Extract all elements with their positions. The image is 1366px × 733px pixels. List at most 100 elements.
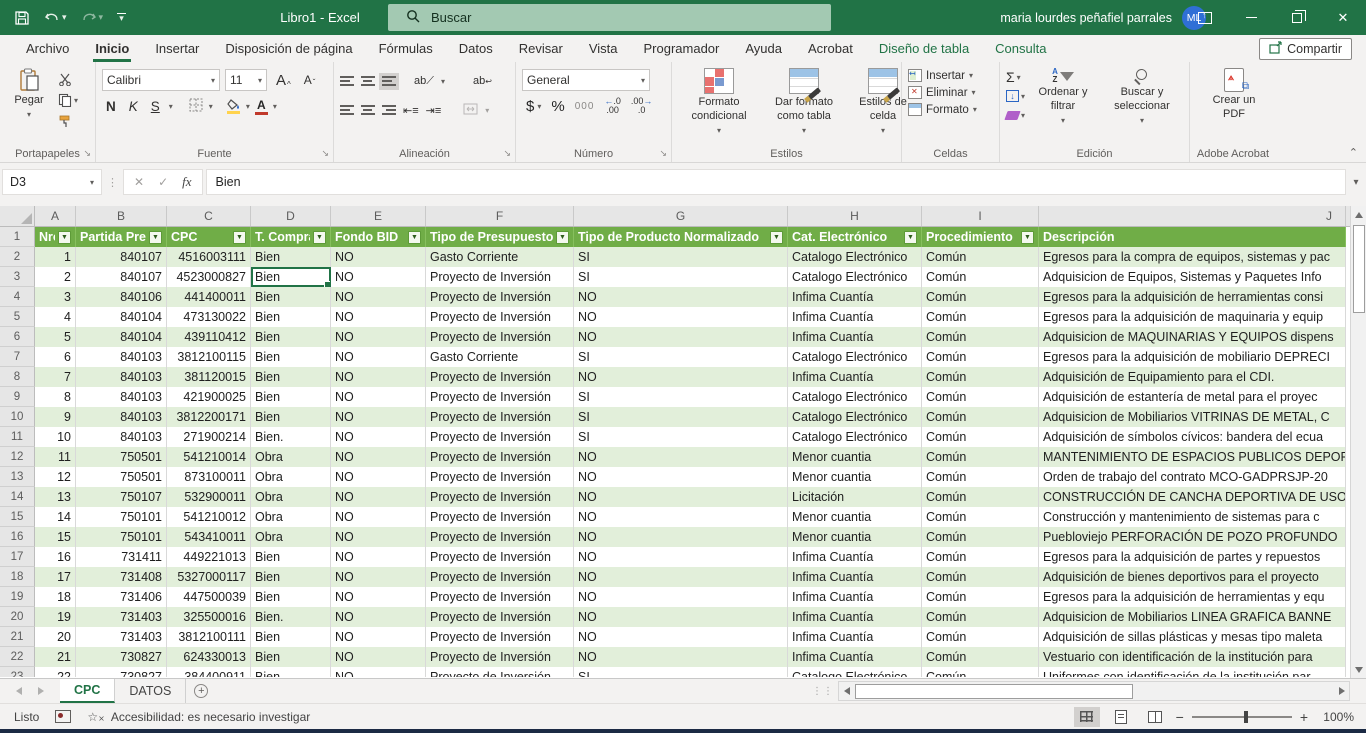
cell-G14[interactable]: NO xyxy=(574,487,788,507)
wrap-text-icon[interactable]: ab↩ xyxy=(473,75,492,87)
cell-F16[interactable]: Proyecto de Inversión xyxy=(426,527,574,547)
cell-A23[interactable]: 22 xyxy=(35,667,76,677)
cell-B8[interactable]: 840103 xyxy=(76,367,167,387)
cell-A11[interactable]: 10 xyxy=(35,427,76,447)
cell-D10[interactable]: Bien xyxy=(251,407,331,427)
cell-A20[interactable]: 19 xyxy=(35,607,76,627)
cell-F14[interactable]: Proyecto de Inversión xyxy=(426,487,574,507)
cell-C22[interactable]: 624330013 xyxy=(167,647,251,667)
cell-J12[interactable]: MANTENIMIENTO DE ESPACIOS PUBLICOS DEPOR… xyxy=(1039,447,1346,467)
fill-color-icon[interactable] xyxy=(227,99,241,114)
cell-J2[interactable]: Egresos para la compra de equipos, siste… xyxy=(1039,247,1346,267)
cell-I7[interactable]: Común xyxy=(922,347,1039,367)
formula-input[interactable]: Bien xyxy=(206,169,1346,195)
tab-insertar[interactable]: Insertar xyxy=(142,35,212,62)
cell-D2[interactable]: Bien xyxy=(251,247,331,267)
cell-H2[interactable]: Catalogo Electrónico xyxy=(788,247,922,267)
cell-H21[interactable]: Infima Cuantía xyxy=(788,627,922,647)
filter-dropdown-icon[interactable]: ▼ xyxy=(770,231,783,244)
column-header-A[interactable]: A xyxy=(35,206,76,226)
sheet-nav-left-icon[interactable] xyxy=(16,687,22,695)
cell-B2[interactable]: 840107 xyxy=(76,247,167,267)
ribbon-display-options-icon[interactable] xyxy=(1182,0,1228,35)
cell-E4[interactable]: NO xyxy=(331,287,426,307)
header-cell[interactable]: T. Compra▼ xyxy=(251,227,331,247)
cell-F6[interactable]: Proyecto de Inversión xyxy=(426,327,574,347)
format-as-table-button[interactable]: Dar formato como tabla▾ xyxy=(760,66,848,144)
row-header-2[interactable]: 2 xyxy=(0,247,35,267)
tab-archivo[interactable]: Archivo xyxy=(13,35,82,62)
cell-H11[interactable]: Catalogo Electrónico xyxy=(788,427,922,447)
horizontal-scroll-thumb[interactable] xyxy=(855,684,1133,699)
column-header-I[interactable]: I xyxy=(922,206,1039,226)
formula-bar-splitter[interactable]: ⋮ xyxy=(102,176,123,189)
cell-E23[interactable]: NO xyxy=(331,667,426,677)
row-header-22[interactable]: 22 xyxy=(0,647,35,667)
zoom-slider[interactable] xyxy=(1192,716,1292,718)
cell-A10[interactable]: 9 xyxy=(35,407,76,427)
cell-H18[interactable]: Infima Cuantía xyxy=(788,567,922,587)
align-left-icon[interactable] xyxy=(340,105,354,116)
cell-E9[interactable]: NO xyxy=(331,387,426,407)
cell-G19[interactable]: NO xyxy=(574,587,788,607)
cell-H9[interactable]: Catalogo Electrónico xyxy=(788,387,922,407)
cell-G13[interactable]: NO xyxy=(574,467,788,487)
cell-I13[interactable]: Común xyxy=(922,467,1039,487)
cell-D6[interactable]: Bien xyxy=(251,327,331,347)
cell-H20[interactable]: Infima Cuantía xyxy=(788,607,922,627)
normal-view-icon[interactable] xyxy=(1074,707,1100,727)
align-right-icon[interactable] xyxy=(382,105,396,116)
vertical-scrollbar[interactable] xyxy=(1350,206,1366,678)
cell-I17[interactable]: Común xyxy=(922,547,1039,567)
cell-C20[interactable]: 325500016 xyxy=(167,607,251,627)
cell-I23[interactable]: Común xyxy=(922,667,1039,677)
cell-F5[interactable]: Proyecto de Inversión xyxy=(426,307,574,327)
cell-I16[interactable]: Común xyxy=(922,527,1039,547)
cell-C16[interactable]: 543410011 xyxy=(167,527,251,547)
cell-C5[interactable]: 473130022 xyxy=(167,307,251,327)
cell-H12[interactable]: Menor cuantia xyxy=(788,447,922,467)
row-header-4[interactable]: 4 xyxy=(0,287,35,307)
cell-I15[interactable]: Común xyxy=(922,507,1039,527)
cell-F22[interactable]: Proyecto de Inversión xyxy=(426,647,574,667)
filter-dropdown-icon[interactable]: ▼ xyxy=(904,231,917,244)
scroll-left-icon[interactable] xyxy=(839,682,854,700)
filter-dropdown-icon[interactable]: ▼ xyxy=(233,231,246,244)
cell-E22[interactable]: NO xyxy=(331,647,426,667)
cell-H16[interactable]: Menor cuantia xyxy=(788,527,922,547)
cell-J9[interactable]: Adquisición de estantería de metal para … xyxy=(1039,387,1346,407)
column-header-G[interactable]: G xyxy=(574,206,788,226)
filter-dropdown-icon[interactable]: ▼ xyxy=(58,231,71,244)
cell-D15[interactable]: Obra xyxy=(251,507,331,527)
cell-J16[interactable]: Puebloviejo PERFORACIÓN DE POZO PROFUNDO xyxy=(1039,527,1346,547)
cell-J15[interactable]: Construcción y mantenimiento de sistemas… xyxy=(1039,507,1346,527)
cell-I9[interactable]: Común xyxy=(922,387,1039,407)
cell-F15[interactable]: Proyecto de Inversión xyxy=(426,507,574,527)
cell-H5[interactable]: Infima Cuantía xyxy=(788,307,922,327)
copy-icon[interactable]: ▾ xyxy=(58,93,78,107)
tab-revisar[interactable]: Revisar xyxy=(506,35,576,62)
cell-C8[interactable]: 381120015 xyxy=(167,367,251,387)
cell-C9[interactable]: 421900025 xyxy=(167,387,251,407)
cell-G20[interactable]: NO xyxy=(574,607,788,627)
cell-E7[interactable]: NO xyxy=(331,347,426,367)
cell-E19[interactable]: NO xyxy=(331,587,426,607)
decrease-indent-icon[interactable]: ⇤≡ xyxy=(403,104,419,117)
cell-C19[interactable]: 447500039 xyxy=(167,587,251,607)
cell-G22[interactable]: NO xyxy=(574,647,788,667)
cell-B23[interactable]: 730827 xyxy=(76,667,167,677)
cell-D3[interactable]: Bien xyxy=(251,267,331,287)
cell-F4[interactable]: Proyecto de Inversión xyxy=(426,287,574,307)
cell-D23[interactable]: Bien xyxy=(251,667,331,677)
increase-indent-icon[interactable]: ⇥≡ xyxy=(426,104,442,117)
cell-F9[interactable]: Proyecto de Inversión xyxy=(426,387,574,407)
cell-C6[interactable]: 439110412 xyxy=(167,327,251,347)
scroll-up-icon[interactable] xyxy=(1351,206,1366,223)
cell-B11[interactable]: 840103 xyxy=(76,427,167,447)
cell-G2[interactable]: SI xyxy=(574,247,788,267)
new-sheet-button[interactable]: + xyxy=(186,679,216,703)
cell-F13[interactable]: Proyecto de Inversión xyxy=(426,467,574,487)
cell-G9[interactable]: SI xyxy=(574,387,788,407)
grow-font-button[interactable]: A^ xyxy=(272,71,295,90)
row-header-11[interactable]: 11 xyxy=(0,427,35,447)
